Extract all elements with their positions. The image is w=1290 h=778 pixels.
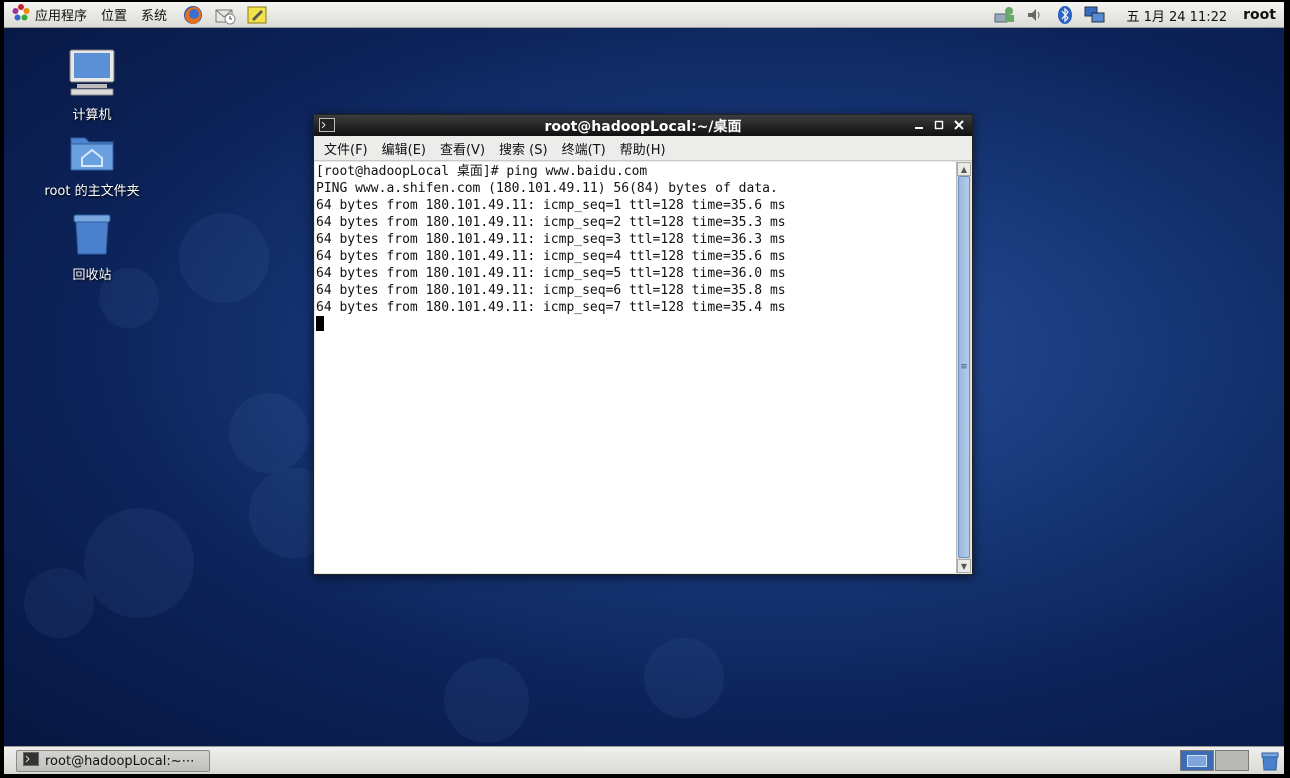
minimize-button[interactable] bbox=[912, 117, 926, 133]
system-tray: 五 1月 24 11:22 root bbox=[986, 2, 1284, 28]
system-menu[interactable]: 系统 bbox=[134, 3, 174, 27]
top-panel: 应用程序 位置 系统 五 1月 24 11:22 root bbox=[4, 2, 1284, 28]
terminal-line: 64 bytes from 180.101.49.11: icmp_seq=7 … bbox=[316, 300, 786, 315]
system-menu-label: 系统 bbox=[141, 9, 168, 24]
terminal-line: 64 bytes from 180.101.49.11: icmp_seq=4 … bbox=[316, 249, 786, 264]
computer-icon bbox=[67, 48, 117, 100]
trash-label: 回收站 bbox=[72, 268, 112, 283]
maximize-button[interactable] bbox=[932, 117, 946, 133]
clock[interactable]: 五 1月 24 11:22 bbox=[1126, 6, 1227, 25]
computer-label: 计算机 bbox=[72, 108, 112, 123]
terminal-line: 64 bytes from 180.101.49.11: icmp_seq=2 … bbox=[316, 215, 786, 230]
terminal-scrollbar[interactable]: ▲ ≡ ▼ bbox=[956, 162, 971, 573]
network-connection-icon[interactable] bbox=[1084, 4, 1106, 26]
scrollbar-thumb[interactable]: ≡ bbox=[958, 176, 970, 558]
terminal-line: 64 bytes from 180.101.49.11: icmp_seq=5 … bbox=[316, 266, 786, 281]
menu-search[interactable]: 搜索 (S) bbox=[493, 139, 554, 158]
workspace-1[interactable] bbox=[1180, 750, 1214, 771]
places-menu[interactable]: 位置 bbox=[94, 3, 134, 27]
mail-launcher-icon[interactable] bbox=[212, 3, 238, 27]
workspace-2[interactable] bbox=[1215, 750, 1249, 771]
terminal-window: root@hadoopLocal:~/桌面 文件(F) 编辑(E) 查看(V) … bbox=[313, 114, 973, 575]
terminal-line: 64 bytes from 180.101.49.11: icmp_seq=1 … bbox=[316, 198, 786, 213]
terminal-icon bbox=[23, 752, 39, 770]
terminal-icon bbox=[319, 118, 335, 136]
home-folder-desktop-icon[interactable]: root 的主文件夹 bbox=[37, 132, 147, 199]
user-menu[interactable]: root bbox=[1243, 7, 1276, 23]
applications-menu-label: 应用程序 bbox=[35, 9, 88, 24]
terminal-line: 64 bytes from 180.101.49.11: icmp_seq=6 … bbox=[316, 283, 786, 298]
scroll-up-icon[interactable]: ▲ bbox=[957, 162, 971, 176]
bottom-panel: root@hadoopLocal:~⋯ bbox=[4, 746, 1284, 774]
menu-help[interactable]: 帮助(H) bbox=[614, 139, 672, 158]
trash-icon bbox=[70, 212, 114, 260]
home-folder-icon bbox=[69, 132, 115, 176]
bluetooth-icon[interactable] bbox=[1054, 4, 1076, 26]
terminal-menubar: 文件(F) 编辑(E) 查看(V) 搜索 (S) 终端(T) 帮助(H) bbox=[314, 136, 972, 161]
terminal-output[interactable]: [root@hadoopLocal 桌面]# ping www.baidu.co… bbox=[315, 162, 957, 573]
gnome-foot-icon bbox=[11, 3, 31, 27]
firefox-launcher-icon[interactable] bbox=[180, 3, 206, 27]
computer-desktop-icon[interactable]: 计算机 bbox=[37, 48, 147, 123]
trash-applet-icon[interactable] bbox=[1260, 751, 1280, 775]
places-menu-label: 位置 bbox=[101, 9, 128, 24]
terminal-line: PING www.a.shifen.com (180.101.49.11) 56… bbox=[316, 181, 778, 196]
terminal-titlebar[interactable]: root@hadoopLocal:~/桌面 bbox=[314, 115, 972, 136]
menu-edit[interactable]: 编辑(E) bbox=[376, 139, 432, 158]
taskbar-terminal-label: root@hadoopLocal:~⋯ bbox=[45, 753, 195, 769]
terminal-line: 64 bytes from 180.101.49.11: icmp_seq=3 … bbox=[316, 232, 786, 247]
menu-terminal[interactable]: 终端(T) bbox=[556, 139, 612, 158]
trash-desktop-icon[interactable]: 回收站 bbox=[37, 212, 147, 283]
volume-icon[interactable] bbox=[1024, 4, 1046, 26]
taskbar-terminal-button[interactable]: root@hadoopLocal:~⋯ bbox=[16, 750, 210, 772]
terminal-title: root@hadoopLocal:~/桌面 bbox=[544, 118, 742, 135]
applications-menu[interactable]: 应用程序 bbox=[4, 3, 94, 27]
scroll-down-icon[interactable]: ▼ bbox=[957, 559, 971, 573]
menu-view[interactable]: 查看(V) bbox=[434, 139, 491, 158]
network-users-icon[interactable] bbox=[994, 4, 1016, 26]
terminal-cursor bbox=[316, 316, 324, 331]
menu-file[interactable]: 文件(F) bbox=[318, 139, 374, 158]
close-button[interactable] bbox=[952, 117, 966, 133]
home-folder-label: root 的主文件夹 bbox=[44, 184, 140, 199]
terminal-line: [root@hadoopLocal 桌面]# ping www.baidu.co… bbox=[316, 164, 648, 179]
notes-launcher-icon[interactable] bbox=[244, 3, 270, 27]
